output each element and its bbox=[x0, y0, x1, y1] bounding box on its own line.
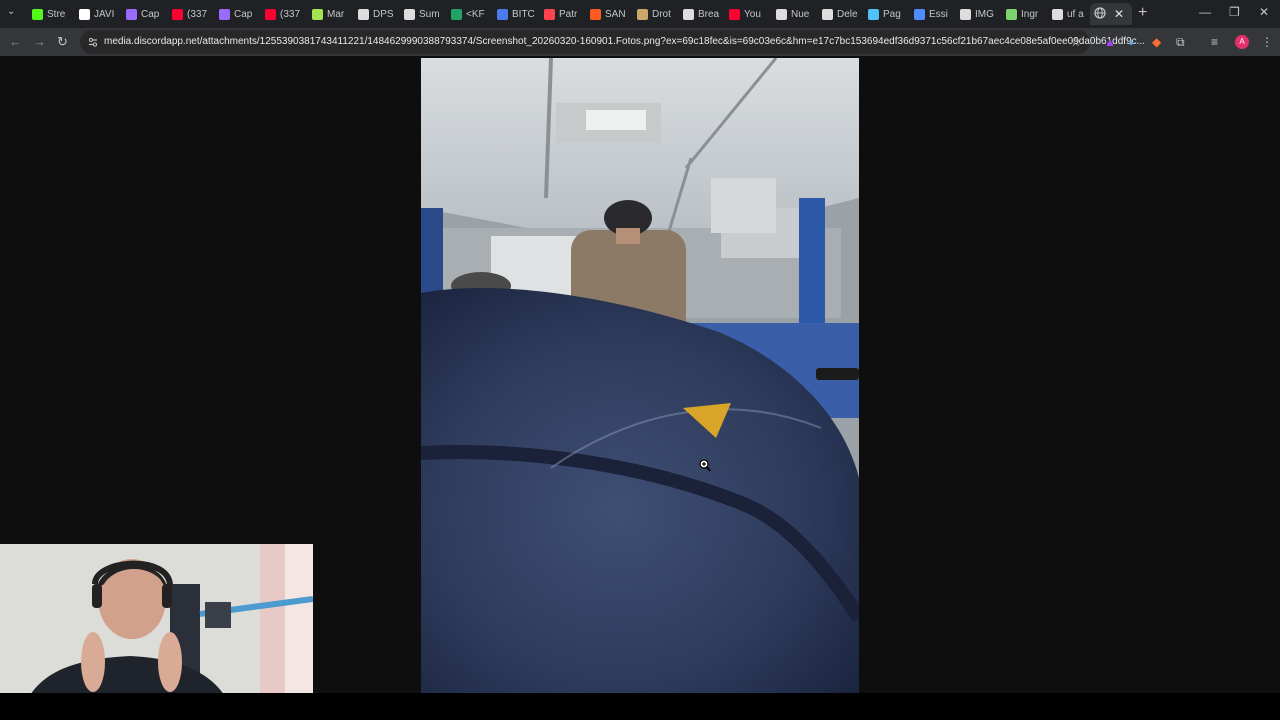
tab-active[interactable] bbox=[1090, 3, 1132, 25]
browser-toolbar: ← → ↻ media.discordapp.net/attachments/1… bbox=[0, 28, 1280, 56]
address-bar[interactable]: media.discordapp.net/attachments/1255390… bbox=[80, 30, 1145, 54]
tab-label: Cap bbox=[141, 8, 160, 20]
tab-favicon-icon bbox=[358, 8, 369, 20]
tab-4[interactable]: Cap bbox=[219, 3, 261, 25]
tab-favicon-icon bbox=[79, 8, 90, 20]
tab-16[interactable]: Nue bbox=[776, 3, 818, 25]
minimize-button[interactable]: — bbox=[1199, 5, 1211, 19]
tab-favicon-icon bbox=[219, 8, 230, 20]
tab-label: Patr bbox=[559, 8, 578, 20]
tab-favicon-icon bbox=[312, 8, 323, 20]
tab-label: BITC bbox=[512, 8, 535, 20]
tab-15[interactable]: You bbox=[729, 3, 771, 25]
image-viewer[interactable] bbox=[421, 58, 859, 693]
url-text[interactable]: media.discordapp.net/attachments/1255390… bbox=[104, 36, 1145, 47]
tab-8[interactable]: Sum bbox=[404, 3, 446, 25]
extension-icon[interactable]: ◆ bbox=[1152, 35, 1161, 49]
tab-label: IMG bbox=[975, 8, 994, 20]
tab-17[interactable]: Dele bbox=[822, 3, 864, 25]
tab-label: Pag bbox=[883, 8, 901, 20]
tab-favicon-icon bbox=[1052, 8, 1063, 20]
tab-label: Brea bbox=[698, 8, 720, 20]
tab-label: (337 bbox=[280, 8, 301, 20]
tab-label: Ingr bbox=[1021, 8, 1039, 20]
bus-interior-photo bbox=[421, 58, 859, 693]
tab-favicon-icon bbox=[729, 8, 740, 20]
tab-6[interactable]: Mar bbox=[312, 3, 354, 25]
tab-favicon-icon bbox=[868, 8, 879, 20]
tab-22[interactable]: uf a bbox=[1052, 3, 1094, 25]
tab-label: DPS bbox=[373, 8, 394, 20]
tab-label: Sum bbox=[419, 8, 440, 20]
forward-icon[interactable]: → bbox=[33, 34, 46, 49]
tab-18[interactable]: Pag bbox=[868, 3, 910, 25]
tab-label: (337 bbox=[187, 8, 208, 20]
tab-label: <KF bbox=[466, 8, 485, 20]
extension-icon[interactable]: ◗ bbox=[1128, 35, 1135, 49]
tab-19[interactable]: Essi bbox=[914, 3, 956, 25]
tab-label: Drot bbox=[652, 8, 671, 20]
site-info-icon[interactable] bbox=[87, 35, 99, 53]
tab-favicon-icon bbox=[1006, 8, 1017, 20]
tab-label: Dele bbox=[837, 8, 858, 20]
tab-favicon-icon bbox=[590, 8, 601, 20]
tab-12[interactable]: SAN bbox=[590, 3, 632, 25]
tab-2[interactable]: Cap bbox=[126, 3, 168, 25]
globe-icon bbox=[1094, 6, 1106, 22]
tab-10[interactable]: BITC bbox=[497, 3, 539, 25]
tab-strip: ⌄ Stre JAVI Cap (337 Cap (337 Mar DPS Sum <KF BITC… bbox=[0, 0, 1280, 28]
back-icon[interactable]: ← bbox=[9, 34, 22, 49]
tab-label: You bbox=[744, 8, 761, 20]
restore-button[interactable]: ❐ bbox=[1229, 5, 1240, 19]
tab-1[interactable]: JAVI bbox=[79, 3, 121, 25]
tab-label: Cap bbox=[234, 8, 253, 20]
tab-favicon-icon bbox=[172, 8, 183, 20]
tab-favicon-icon bbox=[497, 8, 508, 20]
menu-icon[interactable]: ⋮ bbox=[1261, 35, 1273, 49]
profile-avatar[interactable]: A bbox=[1235, 35, 1249, 49]
tab-label: SAN bbox=[605, 8, 626, 20]
tab-favicon-icon bbox=[960, 8, 971, 20]
tab-label: JAVI bbox=[94, 8, 115, 20]
tab-favicon-icon bbox=[32, 8, 43, 20]
tab-favicon-icon bbox=[544, 8, 555, 20]
tab-11[interactable]: Patr bbox=[544, 3, 586, 25]
tab-label: uf a bbox=[1067, 8, 1084, 20]
reload-icon[interactable]: ↻ bbox=[57, 34, 68, 50]
tab-favicon-icon bbox=[914, 8, 925, 20]
tab-label: Mar bbox=[327, 8, 345, 20]
tab-favicon-icon bbox=[265, 8, 276, 20]
tab-20[interactable]: IMG bbox=[960, 3, 1002, 25]
tab-13[interactable]: Drot bbox=[637, 3, 679, 25]
extensions-icon[interactable]: ⧉ bbox=[1176, 35, 1185, 50]
tab-label: Stre bbox=[47, 8, 66, 20]
tab-14[interactable]: Brea bbox=[683, 3, 725, 25]
tab-search-icon[interactable]: ⌄ bbox=[7, 6, 15, 17]
tab-favicon-icon bbox=[822, 8, 833, 20]
tab-3[interactable]: (337 bbox=[172, 3, 214, 25]
tab-label: Essi bbox=[929, 8, 948, 20]
media-controls-icon[interactable]: ≡ bbox=[1211, 35, 1218, 49]
close-window-button[interactable]: ✕ bbox=[1259, 5, 1269, 19]
close-tab-icon[interactable]: ✕ bbox=[1114, 7, 1124, 21]
tab-label: Nue bbox=[791, 8, 810, 20]
tab-5[interactable]: (337 bbox=[265, 3, 307, 25]
tab-favicon-icon bbox=[683, 8, 694, 20]
new-tab-button[interactable]: + bbox=[1138, 4, 1147, 22]
tab-favicon-icon bbox=[404, 8, 415, 20]
star-icon[interactable]: ☆ bbox=[1070, 34, 1082, 50]
tab-21[interactable]: Ingr bbox=[1006, 3, 1048, 25]
tab-9[interactable]: <KF bbox=[451, 3, 493, 25]
tab-favicon-icon bbox=[776, 8, 787, 20]
zoom-in-cursor-icon bbox=[699, 459, 711, 478]
page-bottom-edge bbox=[0, 693, 1280, 720]
extension-icon[interactable]: ▲ bbox=[1104, 35, 1116, 49]
tab-7[interactable]: DPS bbox=[358, 3, 400, 25]
tab-favicon-icon bbox=[126, 8, 137, 20]
tab-0[interactable]: Stre bbox=[32, 3, 74, 25]
tab-favicon-icon bbox=[451, 8, 462, 20]
tab-favicon-icon bbox=[637, 8, 648, 20]
